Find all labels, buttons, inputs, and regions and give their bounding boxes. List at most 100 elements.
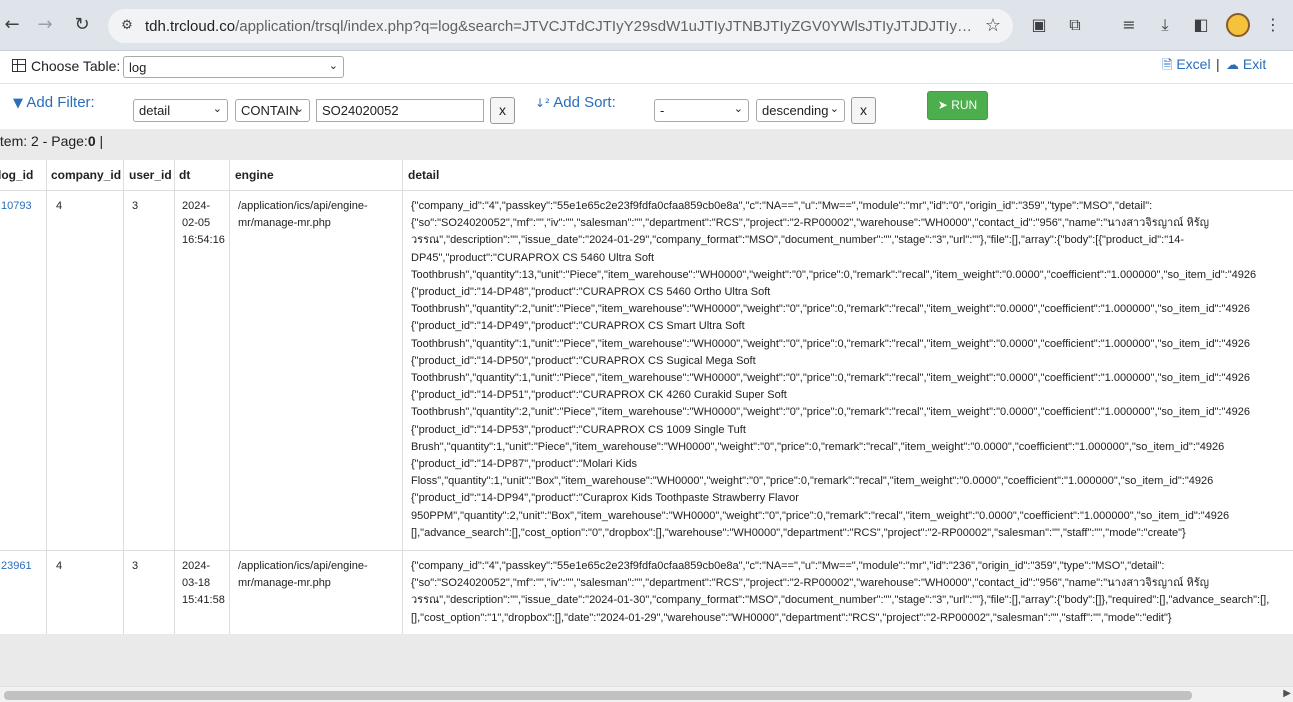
- engine-cell: /application/ics/api/engine- mr/manage-m…: [238, 198, 368, 232]
- dt-line: 02-05: [182, 217, 211, 230]
- column-divider: [46, 160, 47, 634]
- table-select-value: log: [129, 60, 147, 75]
- chevron-down-icon: ⌄: [829, 102, 839, 115]
- detail-line: Toothbrush","quantity":2,"unit":"Piece",…: [411, 303, 1250, 316]
- header-dt[interactable]: dt: [179, 168, 190, 182]
- reload-icon[interactable]: ↻: [70, 13, 94, 37]
- filter-condition-value: CONTAIN: [241, 103, 299, 118]
- sort-order-value: descending: [762, 103, 829, 118]
- log-id-link[interactable]: 10793: [1, 200, 32, 212]
- kebab-menu-icon[interactable]: ⋮: [1262, 14, 1284, 36]
- download-icon[interactable]: ⤓: [1154, 14, 1176, 36]
- log-id-cell[interactable]: 10793: [1, 198, 32, 215]
- detail-line: {"so":"SO24020052","mf":"","iv":"","sale…: [411, 577, 1209, 590]
- sort-column-value: -: [660, 103, 665, 118]
- add-filter-label: Add Filter:: [26, 94, 95, 111]
- header-detail[interactable]: detail: [408, 168, 439, 182]
- choose-table-label: Choose Table:: [31, 58, 121, 74]
- side-panel-icon[interactable]: ◧: [1190, 14, 1212, 36]
- filter-condition-select[interactable]: CONTAIN ⌄: [235, 99, 310, 122]
- dt-line: 2024-: [182, 560, 211, 572]
- detail-line: Toothbrush","quantity":1,"unit":"Piece",…: [411, 372, 1250, 385]
- profile-avatar-icon[interactable]: [1226, 13, 1250, 37]
- scroll-right-arrow-icon[interactable]: ▶: [1283, 688, 1291, 699]
- url-text[interactable]: tdh.trcloud.co/application/trsql/index.p…: [145, 18, 975, 35]
- engine-line: mr/manage-mr.php: [238, 577, 331, 590]
- detail-line: [],"advance_search":[],"cost_option":"0"…: [411, 526, 1186, 539]
- column-divider: [229, 160, 230, 634]
- filter-column-select[interactable]: detail ⌄: [133, 99, 228, 122]
- forward-arrow-icon[interactable]: →: [33, 13, 57, 37]
- exit-link[interactable]: ☁ Exit: [1226, 56, 1266, 73]
- detail-line: 950PPM","quantity":2,"unit":"Box","item_…: [411, 509, 1230, 522]
- row-divider: [0, 550, 1293, 551]
- address-bar[interactable]: ⚙ tdh.trcloud.co/application/trsql/index…: [108, 9, 1013, 43]
- funnel-icon: ▼: [13, 96, 23, 111]
- header-company-id[interactable]: company_id: [51, 168, 121, 182]
- detail-line: {"so":"SO24020052","mf":"","iv":"","sale…: [411, 217, 1209, 230]
- horizontal-scrollbar[interactable]: ▶: [0, 686, 1293, 702]
- remove-sort-button[interactable]: x: [851, 97, 876, 124]
- detail-line: วรรณ","description":"","issue_date":"202…: [411, 594, 1270, 607]
- chevron-down-icon: ⌄: [328, 59, 338, 72]
- header-log-id[interactable]: log_id: [0, 168, 33, 182]
- scrollbar-thumb[interactable]: [4, 691, 1192, 700]
- excel-link[interactable]: 🗎 Excel: [1162, 56, 1211, 78]
- back-arrow-icon[interactable]: ←: [0, 13, 24, 37]
- detail-line: Toothbrush","quantity":1,"unit":"Piece",…: [411, 337, 1250, 350]
- paper-plane-icon: ➤: [937, 98, 948, 112]
- column-divider: [402, 160, 403, 634]
- dt-line: 03-18: [182, 577, 211, 590]
- log-id-cell[interactable]: 23961: [1, 558, 32, 575]
- dt-line: 15:41:58: [182, 594, 225, 607]
- filter-column-value: detail: [139, 103, 171, 118]
- run-label: RUN: [951, 98, 978, 112]
- engine-line: /application/ics/api/engine-: [238, 200, 368, 212]
- url-host: tdh.trcloud.co: [145, 18, 236, 35]
- table-select[interactable]: log ⌄: [123, 56, 344, 78]
- exit-label: Exit: [1242, 56, 1267, 72]
- sort-column-select[interactable]: - ⌄: [654, 99, 749, 122]
- site-settings-icon[interactable]: ⚙: [118, 17, 136, 35]
- table-header: log_id company_id user_id dt engine deta…: [0, 160, 1293, 191]
- result-info: Item: 2 - Page:0 |: [0, 133, 103, 149]
- puzzle-extensions-icon[interactable]: ⧉: [1064, 14, 1086, 36]
- detail-line: {"product_id":"14-DP49","product":"CURAP…: [411, 320, 745, 333]
- detail-cell: {"company_id":"4","passkey":"55e1e65c2e2…: [411, 198, 1256, 542]
- sort-order-select[interactable]: descending ⌄: [756, 99, 845, 122]
- filter-value-input[interactable]: SO24020052: [316, 99, 484, 122]
- media-control-icon[interactable]: ≡: [1118, 14, 1140, 36]
- table-footer-area: [0, 634, 1293, 686]
- header-user-id[interactable]: user_id: [129, 168, 172, 182]
- results-table: log_id company_id user_id dt engine deta…: [0, 160, 1293, 634]
- run-button[interactable]: ➤ RUN: [927, 91, 988, 120]
- excel-label: Excel: [1176, 56, 1211, 72]
- detail-line: วรรณ","description":"","issue_date":"202…: [411, 234, 1185, 247]
- detail-line: {"company_id":"4","passkey":"55e1e65c2e2…: [411, 200, 1153, 212]
- header-engine[interactable]: engine: [235, 168, 274, 182]
- page-number[interactable]: 0: [88, 133, 96, 149]
- add-sort-button[interactable]: ↓² Add Sort:: [535, 94, 616, 111]
- detail-line: {"company_id":"4","passkey":"55e1e65c2e2…: [411, 560, 1165, 572]
- detail-line: {"product_id":"14-DP87","product":"Molar…: [411, 458, 638, 471]
- extension-icon[interactable]: ▣: [1028, 14, 1050, 36]
- detail-line: {"product_id":"14-DP50","product":"CURAP…: [411, 354, 756, 367]
- column-divider: [123, 160, 124, 634]
- remove-filter-button[interactable]: x: [490, 97, 515, 124]
- browser-toolbar: ← → ↻ ⚙ tdh.trcloud.co/application/trsql…: [0, 0, 1293, 51]
- user-id-cell: 3: [132, 560, 139, 572]
- chevron-down-icon: ⌄: [294, 102, 304, 115]
- dt-line: 2024-: [182, 200, 211, 212]
- bookmark-star-icon[interactable]: ☆: [985, 15, 1001, 36]
- detail-line: [],"cost_option":"1","dropbox":[],"date"…: [411, 611, 1172, 624]
- detail-line: {"product_id":"14-DP53","product":"CURAP…: [411, 423, 746, 436]
- company-id-cell: 4: [56, 560, 63, 572]
- add-filter-button[interactable]: ▼ Add Filter:: [13, 94, 95, 111]
- log-id-link[interactable]: 23961: [1, 560, 32, 572]
- detail-line: Toothbrush","quantity":2,"unit":"Piece",…: [411, 406, 1250, 419]
- sort-az-icon: ↓²: [535, 96, 550, 110]
- detail-line: DP45","product":"CURAPROX CS 5460 Ultra …: [411, 251, 655, 264]
- table-icon: [12, 59, 26, 72]
- chevron-down-icon: ⌄: [733, 102, 743, 115]
- detail-cell: {"company_id":"4","passkey":"55e1e65c2e2…: [411, 558, 1269, 627]
